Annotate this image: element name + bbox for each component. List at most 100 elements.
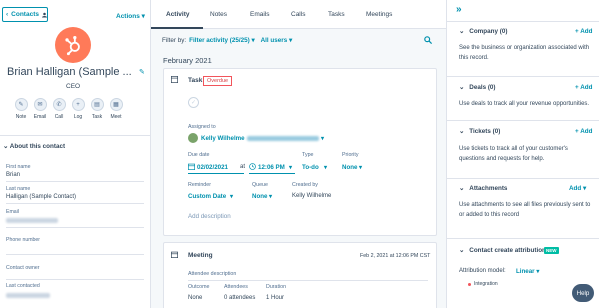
add-attachment-label: Add bbox=[569, 185, 582, 192]
chevron-down-icon[interactable]: ▾ bbox=[269, 193, 272, 200]
created-by-label: Created by bbox=[292, 182, 318, 188]
meet-action[interactable]: ▦ Meet bbox=[109, 98, 123, 120]
due-date-input[interactable]: 02/02/2021 bbox=[197, 164, 228, 171]
type-label: Type bbox=[302, 152, 314, 158]
last-contacted-label: Last contacted bbox=[6, 283, 40, 289]
divider bbox=[447, 120, 599, 121]
filter-users-label: All users bbox=[260, 37, 288, 44]
tab-notes[interactable]: Notes bbox=[210, 11, 227, 18]
assignee-dropdown[interactable]: Kelly Wilhelme bbox=[201, 135, 245, 142]
email-action[interactable]: ✉ Email bbox=[33, 98, 47, 120]
filter-row: Filter by: Filter activity (25/25) ▾ All… bbox=[162, 37, 292, 44]
about-title: About this contact bbox=[9, 143, 66, 150]
complete-task-checkbox[interactable]: ✓ bbox=[188, 97, 199, 108]
new-badge: NEW bbox=[544, 247, 559, 254]
phone-label: Phone number bbox=[6, 237, 41, 243]
chevron-down-icon[interactable]: ▾ bbox=[321, 135, 324, 142]
deals-section-title: Deals (0) bbox=[469, 84, 496, 91]
tab-tasks[interactable]: Tasks bbox=[328, 11, 345, 18]
tab-calls[interactable]: Calls bbox=[291, 11, 305, 18]
activity-timeline: Activity Notes Emails Calls Tasks Meetin… bbox=[151, 0, 446, 308]
company-section-title: Company (0) bbox=[469, 28, 508, 35]
outcome-value[interactable]: None bbox=[188, 295, 202, 301]
chevron-down-icon[interactable]: ▾ bbox=[230, 193, 233, 200]
divider bbox=[6, 254, 144, 255]
chevron-down-icon[interactable]: ▾ bbox=[324, 164, 327, 171]
log-action[interactable]: + Log bbox=[71, 98, 85, 120]
overdue-badge: Overdue bbox=[203, 76, 233, 86]
attribution-model-dropdown[interactable]: Linear ▾ bbox=[516, 268, 539, 275]
task-icon bbox=[171, 76, 178, 83]
task-action[interactable]: ▤ Task bbox=[90, 98, 104, 120]
email-value-redacted[interactable] bbox=[6, 218, 58, 223]
outcome-label: Outcome bbox=[188, 284, 210, 290]
duration-value[interactable]: 1 Hour bbox=[266, 295, 284, 301]
collapse-sidebar-icon[interactable]: » bbox=[456, 4, 462, 15]
filter-label: Filter by: bbox=[162, 37, 187, 44]
attendees-value[interactable]: 0 attendees bbox=[224, 295, 255, 301]
queue-dropdown[interactable]: None bbox=[252, 193, 267, 200]
calendar-icon bbox=[171, 251, 178, 258]
avatar bbox=[188, 133, 198, 143]
email-label: Email bbox=[33, 114, 47, 120]
divider bbox=[6, 279, 144, 280]
meet-label: Meet bbox=[110, 114, 122, 120]
deals-section-toggle[interactable]: ⌄ Deals (0) bbox=[459, 84, 496, 91]
person-icon bbox=[41, 12, 47, 18]
add-attachment-button[interactable]: Add ▾ bbox=[569, 185, 586, 192]
due-at-text: at bbox=[240, 164, 246, 170]
type-dropdown[interactable]: To-do bbox=[302, 164, 319, 171]
last-name-value[interactable]: Halligan (Sample Contact) bbox=[6, 194, 76, 200]
first-name-value[interactable]: Brian bbox=[6, 172, 20, 178]
divider bbox=[0, 135, 150, 136]
add-description-field[interactable]: Add description bbox=[188, 213, 231, 220]
contacts-back-button[interactable]: ‹ Contacts bbox=[2, 7, 48, 22]
tab-emails[interactable]: Emails bbox=[250, 11, 270, 18]
chevron-down-icon: ▾ bbox=[141, 13, 145, 20]
company-section-toggle[interactable]: ⌄ Company (0) bbox=[459, 28, 507, 35]
due-date-label: Due date bbox=[188, 152, 210, 158]
chevron-down-icon[interactable]: ▾ bbox=[359, 164, 362, 171]
divider bbox=[447, 238, 599, 239]
add-ticket-button[interactable]: + Add bbox=[575, 128, 592, 135]
reminder-label: Reminder bbox=[188, 182, 211, 188]
attribution-model-label: Attribution model: bbox=[459, 268, 506, 274]
right-sidebar: » ⌄ Company (0) + Add See the business o… bbox=[446, 0, 599, 308]
attribution-model-value: Linear bbox=[516, 268, 535, 275]
divider bbox=[447, 178, 599, 179]
add-company-button[interactable]: + Add bbox=[575, 28, 592, 35]
note-action[interactable]: ✎ Note bbox=[14, 98, 28, 120]
chevron-down-icon: ⌄ bbox=[459, 185, 465, 192]
search-icon[interactable] bbox=[424, 36, 432, 44]
attachments-section-toggle[interactable]: ⌄ Attachments bbox=[459, 185, 507, 192]
actions-label: Actions bbox=[116, 13, 140, 20]
due-time-input[interactable]: 12:06 PM bbox=[258, 164, 285, 171]
first-name-label: First name bbox=[6, 164, 31, 170]
chevron-down-icon[interactable]: ▾ bbox=[289, 164, 292, 171]
priority-dropdown[interactable]: None bbox=[342, 164, 357, 171]
about-section-toggle[interactable]: ⌄ About this contact bbox=[3, 143, 65, 150]
chevron-down-icon: ⌄ bbox=[459, 84, 465, 91]
filter-users-dropdown[interactable]: All users ▾ bbox=[261, 37, 293, 44]
actions-menu[interactable]: Actions ▾ bbox=[116, 12, 145, 20]
tickets-section-toggle[interactable]: ⌄ Tickets (0) bbox=[459, 128, 500, 135]
reminder-dropdown[interactable]: Custom Date bbox=[188, 193, 226, 200]
filter-activity-label: Filter activity (25/25) bbox=[189, 37, 250, 44]
tab-activity[interactable]: Activity bbox=[166, 11, 189, 18]
call-label: Call bbox=[54, 114, 64, 120]
duration-label: Duration bbox=[266, 284, 287, 290]
call-action[interactable]: ✆ Call bbox=[52, 98, 66, 120]
priority-label: Priority bbox=[342, 152, 359, 158]
contacts-back-label: Contacts bbox=[11, 11, 39, 18]
tab-meetings[interactable]: Meetings bbox=[366, 11, 392, 18]
add-deal-button[interactable]: + Add bbox=[575, 84, 592, 91]
last-name-label: Last name bbox=[6, 186, 31, 192]
divider bbox=[447, 21, 599, 22]
chevron-down-icon: ⌄ bbox=[3, 143, 10, 150]
edit-pencil-icon[interactable]: ✎ bbox=[139, 68, 145, 76]
integration-dot-icon bbox=[468, 283, 471, 286]
help-button[interactable]: Help bbox=[572, 284, 594, 302]
task-icon: ▤ bbox=[90, 98, 104, 111]
filter-activity-dropdown[interactable]: Filter activity (25/25) ▾ bbox=[189, 37, 254, 44]
attribution-section-toggle[interactable]: ⌄ Contact create attribution bbox=[459, 247, 546, 254]
